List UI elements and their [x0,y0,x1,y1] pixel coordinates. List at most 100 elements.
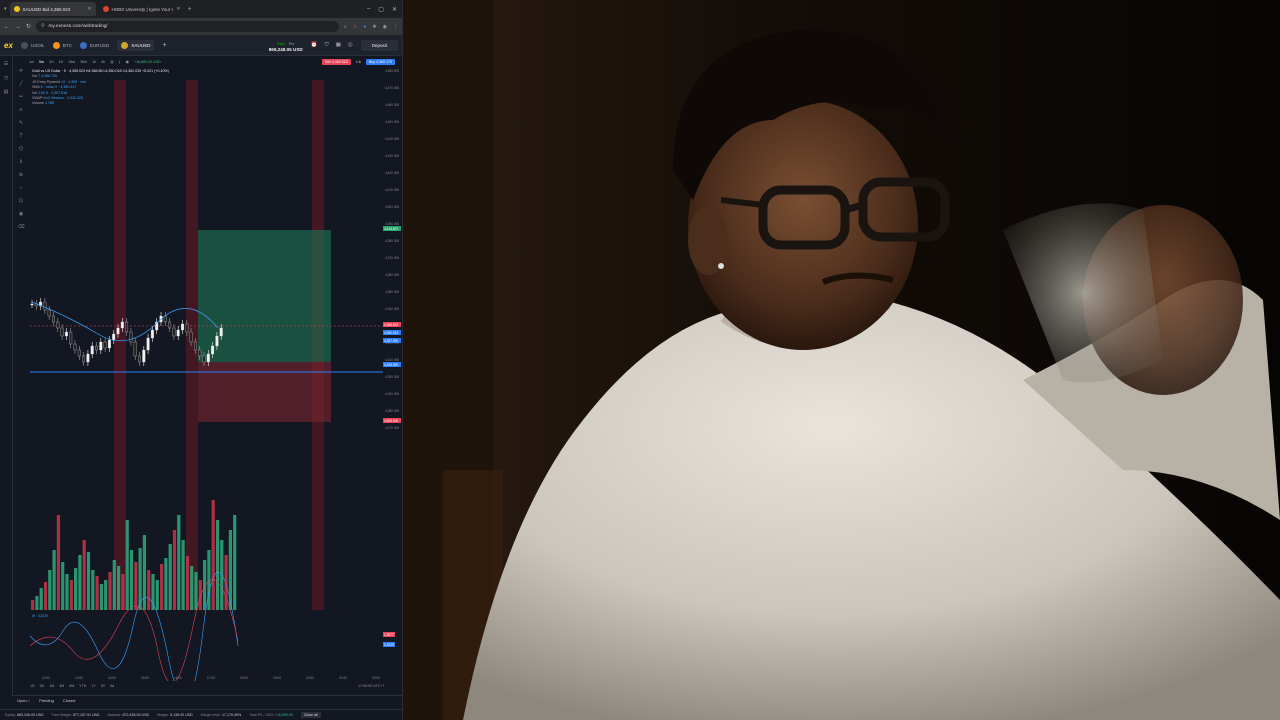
status-label: Equity: [5,713,17,717]
pattern-icon[interactable]: ⌬ [19,146,23,152]
forward-icon[interactable]: → [15,24,21,30]
status-value: 872,435.05 USD [122,713,150,717]
range-5d[interactable]: 5D [40,684,45,688]
eye-icon[interactable]: ◉ [19,211,23,217]
user-icon[interactable]: ◎ [348,42,353,49]
instrument-tab-usoil[interactable]: USOIL [20,41,45,49]
close-all-button[interactable]: Close all [300,712,321,718]
timeframe-1h[interactable]: 1H [49,60,54,64]
zoom-icon[interactable]: ⌕ [344,24,347,30]
timeframe-1d[interactable]: 1D [59,60,64,64]
measure-icon[interactable]: ⇕ [19,159,23,165]
range-ytd[interactable]: YTD [79,684,86,688]
close-tab-icon[interactable]: ✕ [176,6,180,12]
range-5y[interactable]: 5Y [101,684,105,688]
tab-open[interactable]: Open 1 [17,698,30,703]
timeframe-1h-alt[interactable]: 1h [92,60,96,64]
profile-icon[interactable]: ◉ [383,24,387,30]
site-favicon-icon [102,6,109,12]
extension-icon[interactable]: ● [363,24,366,30]
timeframe-15m[interactable]: 15m [68,60,75,64]
exness-logo[interactable]: ex [4,41,13,50]
add-instrument-icon[interactable]: + [162,42,166,49]
price-tick: 4,270.000 [385,426,399,430]
tab-pending[interactable]: Pending [39,698,54,703]
site-info-icon[interactable]: ⚲ [41,24,45,29]
candle-body [129,331,133,343]
range-1y[interactable]: 1Y [91,684,95,688]
account-selector[interactable]: Real Pro 869,248.05 USD [269,38,303,52]
layout-icon[interactable]: ▣ [126,60,129,64]
price-chart[interactable]: 4,480.000 4,470.000 4,460.000 4,450.000 4,44… [28,66,403,681]
indicators-icon[interactable]: ƒ [119,60,121,64]
oscillator-badge-label: 0.2229 [384,643,394,647]
close-tab-icon[interactable]: ✕ [87,6,91,12]
range-3m[interactable]: 3M [59,684,64,688]
instrument-tab-xauusd[interactable]: XAUUSD [117,39,155,51]
instrument-tab-btc[interactable]: BTC [52,41,72,49]
timeframe-4h[interactable]: 4h [101,60,105,64]
apps-grid-icon[interactable]: ▦ [336,42,341,49]
reload-icon[interactable]: ↻ [26,23,31,30]
trading-header: ex USOIL BTC EURUSD XAUUSD + Real Pro 86… [0,35,402,56]
url-field[interactable]: ⚲ my.exness.com/webtrading/ [36,21,340,32]
back-icon[interactable]: ← [4,24,10,30]
price-tick: 4,460.000 [385,103,399,107]
sidebar-menu-icon[interactable]: ☰ [4,61,8,67]
volume-bar [168,544,172,610]
brush-icon[interactable]: ✎ [19,120,23,126]
tab-closed[interactable]: Closed [63,698,75,703]
candle-body [185,323,189,333]
candle-body [86,353,90,363]
trash-icon[interactable]: ⌫ [17,224,24,230]
candle-body [116,327,120,335]
price-tick: 4,470.000 [385,86,399,90]
price-badge-label: 4,366.622 [384,323,398,327]
sidebar-calendar-icon[interactable]: ▤ [4,89,9,95]
horizontal-line-icon[interactable]: ═ [19,94,23,100]
price-tick: 4,350.000 [385,290,399,294]
orders-tabs: Open 1 Pending Closed [13,695,402,705]
magnet-icon[interactable]: ∩ [19,185,23,191]
candle-body [142,349,146,363]
minimize-icon[interactable]: – [367,6,370,13]
session-band [114,80,126,610]
text-icon[interactable]: T [19,133,22,139]
volume-bar [181,540,185,610]
candle-body [107,339,111,349]
range-1d[interactable]: 1D [30,684,35,688]
zoom-in-icon[interactable]: ⊕ [19,172,23,178]
shield-icon[interactable]: ⛉ [325,42,329,49]
buy-button[interactable]: Buy 4,360.179 [365,58,395,65]
crosshair-icon[interactable]: ✛ [19,68,23,74]
lock-icon[interactable]: ⊡ [19,198,23,204]
tab-xauusd[interactable]: XAUUSD Bid 4,360.023 ✕ [9,2,96,16]
candle-body [64,331,68,337]
fib-icon[interactable]: ≡ [20,107,23,113]
range-1m[interactable]: 1M [49,684,54,688]
trendline-icon[interactable]: ╱ [19,81,22,87]
deposit-button[interactable]: Deposit [360,39,398,51]
extensions-puzzle-icon[interactable]: ✥ [372,24,376,30]
range-6m[interactable]: 6M [69,684,74,688]
close-window-icon[interactable]: ✕ [392,6,397,13]
sidebar-clock-icon[interactable]: ◷ [4,75,8,81]
tab-hobx-university[interactable]: HOBX University | Ignite Your I ✕ [99,2,185,16]
candle-type-icon[interactable]: ▥ [110,60,113,64]
timeframe-30m[interactable]: 30m [80,60,87,64]
instrument-tab-eurusd[interactable]: EURUSD [79,41,109,49]
volume-bar [125,520,129,610]
timeframe-1m[interactable]: 1m [29,60,34,64]
browser-menu-icon[interactable]: ⋮ [393,24,398,30]
timeframe-5m[interactable]: 5m [39,60,44,64]
sell-button[interactable]: Sell 4,360.023 [321,58,351,65]
alarm-icon[interactable]: ⏰ [311,42,318,49]
oscillator-badge-label: 1.3977 [384,633,394,637]
volume-bar [82,540,86,610]
range-all[interactable]: All [110,684,114,688]
tab-search-icon[interactable]: ▾ [4,6,7,12]
maximize-icon[interactable]: ▢ [378,6,384,13]
volume-bar [78,555,82,610]
new-tab-icon[interactable]: + [188,6,192,13]
bookmark-star-icon[interactable]: ☆ [353,24,357,30]
